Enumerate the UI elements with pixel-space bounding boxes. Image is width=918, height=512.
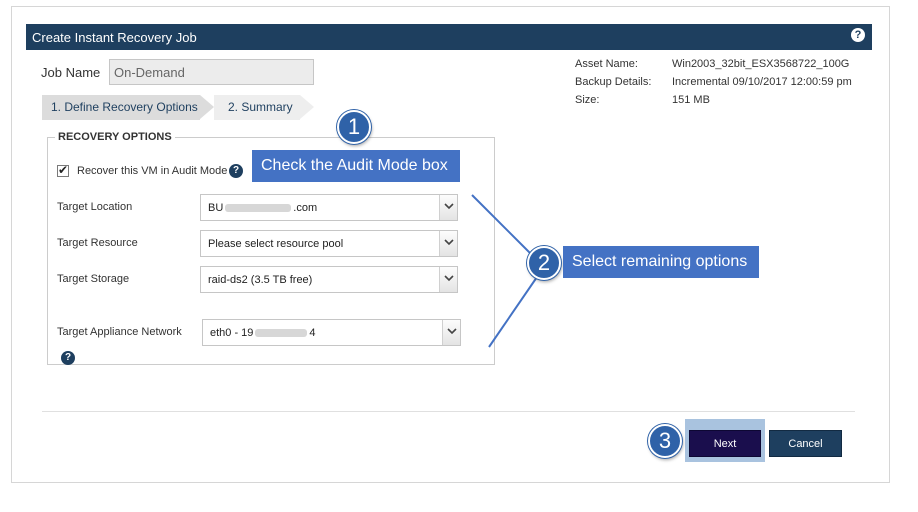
annotation-line [471, 194, 532, 255]
annotation-marker-3: 3 [648, 424, 682, 458]
annotation-marker-2: 2 [527, 246, 561, 280]
annotation-callout-2: Select remaining options [563, 246, 759, 278]
annotation-line [488, 276, 538, 348]
annotation-leader-lines [471, 194, 538, 348]
annotation-marker-1: 1 [337, 110, 371, 144]
annotation-callout-1: Check the Audit Mode box [252, 150, 460, 182]
